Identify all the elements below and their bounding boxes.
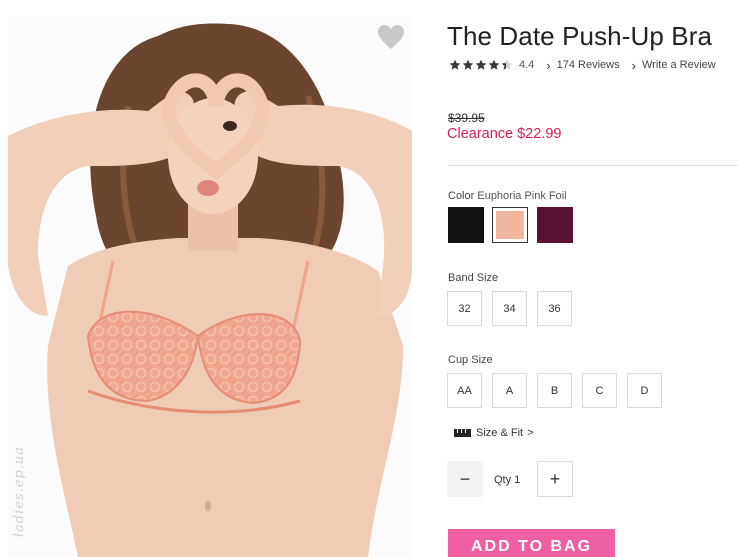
rating-value: 4.4 [519,59,535,71]
chevron-right-icon: › [546,57,551,73]
star-icon [449,59,461,70]
color-swatch-black[interactable] [448,207,484,243]
product-title: The Date Push-Up Bra [447,21,713,51]
write-review-link[interactable]: › Write a Review [632,59,716,72]
product-photo: ladies.ep.ua [8,16,412,557]
swatch-fill [448,207,484,243]
band-size-36[interactable]: 36 [537,291,572,326]
band-size-32[interactable]: 32 [447,291,482,326]
star-icon [475,59,487,70]
rating-row: 4.4 › 174 Reviews › Write a Review [449,58,716,72]
cup-size-b[interactable]: B [537,373,572,408]
color-label: Color [448,190,475,202]
color-swatch-burgundy[interactable] [537,207,573,243]
cup-size-a[interactable]: A [492,373,527,408]
write-review-label: Write a Review [641,59,716,71]
ruler-icon [454,429,471,437]
chevron-right-icon: > [527,427,534,439]
quantity-value: Qty 1 [494,474,521,486]
cup-size-aa[interactable]: AA [447,373,482,408]
selected-color-name: Euphoria Pink Foil [477,190,567,202]
cup-size-d[interactable]: D [627,373,662,408]
original-price: $39.95 [448,111,485,125]
watermark-text: ladies.ep.ua [12,446,27,538]
size-fit-label: Size & Fit [476,427,524,439]
model-illustration [8,16,412,557]
divider [449,165,738,166]
size-fit-link[interactable]: Size & Fit > [454,427,534,439]
star-rating [449,59,513,71]
swatch-fill [537,207,573,243]
band-size-34[interactable]: 34 [492,291,527,326]
cup-size-label: Cup Size [448,354,493,366]
star-icon [501,59,513,70]
color-label-row: Color Euphoria Pink Foil [448,190,567,202]
swatch-fill [496,211,524,239]
quantity-decrement-button[interactable]: − [447,461,483,497]
band-size-label: Band Size [448,272,499,284]
clearance-price: Clearance $22.99 [447,126,562,142]
reviews-link[interactable]: › 174 Reviews [546,59,619,72]
star-icon [488,59,500,70]
chevron-right-icon: › [631,57,636,73]
add-to-bag-button[interactable]: ADD TO BAG [448,529,615,557]
reviews-link-label: 174 Reviews [556,59,620,71]
quantity-increment-button[interactable]: + [537,461,573,497]
cup-size-c[interactable]: C [582,373,617,408]
star-icon [462,59,474,70]
wishlist-heart-icon[interactable] [377,24,405,50]
color-swatch-euphoria-pink-foil[interactable] [492,207,528,243]
